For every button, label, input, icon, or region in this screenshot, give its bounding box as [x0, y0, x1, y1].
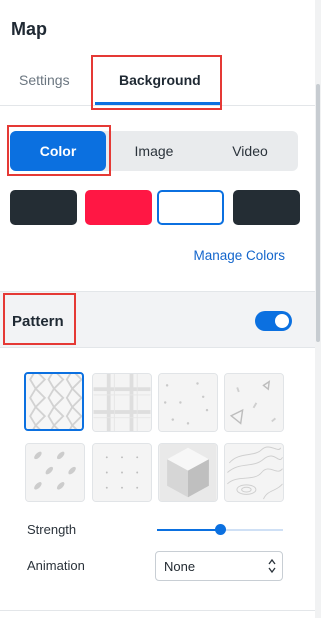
slider-handle[interactable] [215, 524, 226, 535]
pattern-toggle[interactable] [255, 311, 292, 331]
plaid-pattern-icon [93, 374, 151, 431]
scrollbar-thumb[interactable] [316, 84, 320, 342]
confetti-triangles-pattern-icon [225, 374, 283, 431]
pattern-tile-dot-grid[interactable] [92, 443, 152, 502]
slider-fill [157, 529, 220, 531]
background-type-selector: Color Image Video [10, 131, 298, 171]
select-arrows-icon [268, 558, 276, 574]
pattern-tile-topographic[interactable] [224, 443, 284, 502]
scrollbar-track[interactable] [315, 0, 321, 618]
scattered-dots-pattern-icon [159, 374, 217, 431]
hexagon-chain-pattern-icon [26, 374, 82, 429]
isometric-cubes-pattern-icon [159, 444, 217, 501]
animation-select-value: None [164, 559, 196, 574]
color-swatch[interactable] [85, 190, 152, 225]
pattern-label: Pattern [12, 313, 64, 330]
color-swatch-selected[interactable] [157, 190, 224, 225]
strength-slider[interactable] [157, 523, 283, 537]
pattern-tile-hexagon-chain[interactable] [24, 372, 84, 431]
animation-label: Animation [27, 558, 85, 573]
dot-grid-pattern-icon [93, 444, 151, 501]
manage-colors-link[interactable]: Manage Colors [193, 248, 285, 263]
pattern-section-header: Pattern [0, 291, 315, 348]
toggle-knob [275, 314, 289, 328]
pattern-tile-diagonal-diamonds[interactable] [25, 443, 85, 502]
bottom-divider [0, 610, 315, 611]
map-settings-panel: Map Settings Background Color Image Vide… [0, 0, 315, 618]
background-type-image-button[interactable]: Image [106, 131, 202, 171]
color-swatch[interactable] [10, 190, 77, 225]
strength-label: Strength [27, 522, 77, 537]
color-swatch[interactable] [233, 190, 300, 225]
pattern-tile-plaid[interactable] [92, 373, 152, 432]
tabs-divider [0, 105, 315, 106]
panel-title: Map [11, 19, 47, 39]
background-type-color-button[interactable]: Color [10, 131, 106, 171]
pattern-tile-confetti-triangles[interactable] [224, 373, 284, 432]
background-type-video-button[interactable]: Video [202, 131, 298, 171]
topographic-pattern-icon [225, 444, 283, 501]
tab-background[interactable]: Background [119, 72, 201, 94]
diagonal-diamonds-pattern-icon [26, 444, 84, 501]
pattern-tile-scattered-dots[interactable] [158, 373, 218, 432]
tab-settings[interactable]: Settings [19, 72, 70, 94]
pattern-tile-isometric-cubes[interactable] [158, 443, 218, 502]
animation-select[interactable]: None [155, 551, 283, 581]
